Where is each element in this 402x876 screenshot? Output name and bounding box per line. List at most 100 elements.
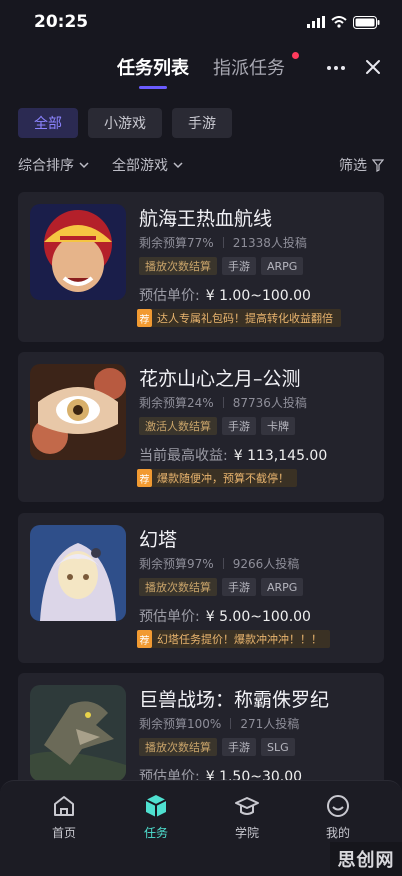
promo-banner: 荐 达人专属礼包码！提高转化收益翻倍 xyxy=(137,309,341,327)
more-button[interactable] xyxy=(324,56,348,80)
nav-home-label: 首页 xyxy=(51,826,76,840)
more-icon-dot xyxy=(334,66,338,70)
status-bar: 20:25 xyxy=(0,0,402,44)
budget-remaining: 剩余预算77% xyxy=(139,236,214,250)
price-value: ¥ 1.00~100.00 xyxy=(205,288,311,304)
genre-tag: 卡牌 xyxy=(261,417,295,435)
bottom-nav: 首页 任务 学院 我的 思创网 xyxy=(0,780,402,876)
task-card[interactable]: 航海王热血航线 剩余预算77% 21338人投稿 播放次数结算 手游 ARPG … xyxy=(18,192,384,342)
platform-tag: 手游 xyxy=(222,738,256,756)
genre-tag: ARPG xyxy=(261,257,304,275)
sort-dropdown[interactable]: 综合排序 xyxy=(18,155,90,175)
nav-profile-label: 我的 xyxy=(325,826,350,840)
chip-all[interactable]: 全部 xyxy=(18,108,78,138)
filter-row: 综合排序 全部游戏 筛选 xyxy=(18,152,384,178)
task-cube-icon xyxy=(145,795,167,817)
filter-button[interactable]: 筛选 xyxy=(339,155,384,175)
card-stats: 剩余预算77% 21338人投稿 xyxy=(139,234,307,251)
nav-home[interactable]: 首页 xyxy=(29,793,99,841)
price-label: 预估单价: xyxy=(139,288,200,304)
wifi-icon xyxy=(331,16,347,28)
chip-mobile-games[interactable]: 手游 xyxy=(172,108,232,138)
task-card[interactable]: 幻塔 剩余预算97% 9266人投稿 播放次数结算 手游 ARPG 预估单价: ¥… xyxy=(18,513,384,663)
card-tags: 激活人数结算 手游 卡牌 xyxy=(139,417,295,435)
divider xyxy=(222,397,224,408)
submission-count: 21338人投稿 xyxy=(232,236,307,250)
game-title: 花亦山心之月–公测 xyxy=(139,368,301,390)
tab-assigned-tasks[interactable]: 指派任务 xyxy=(201,52,299,80)
budget-remaining: 剩余预算100% xyxy=(139,717,222,731)
settlement-tag: 播放次数结算 xyxy=(139,257,217,275)
profile-smile-icon xyxy=(327,795,349,817)
submission-count: 87736人投稿 xyxy=(232,396,307,410)
price-row: 当前最高收益: ¥ 113,145.00 xyxy=(139,445,327,465)
game-cover-image xyxy=(30,525,126,621)
settlement-tag: 播放次数结算 xyxy=(139,738,217,756)
game-title: 巨兽战场：称霸侏罗纪 xyxy=(139,689,330,711)
recommend-badge: 荐 xyxy=(137,469,152,487)
divider xyxy=(222,237,224,248)
genre-tag: ARPG xyxy=(261,578,304,596)
budget-remaining: 剩余预算97% xyxy=(139,557,214,571)
funnel-icon xyxy=(372,158,384,172)
chip-mini-games[interactable]: 小游戏 xyxy=(88,108,162,138)
divider xyxy=(230,718,232,729)
genre-tag: SLG xyxy=(261,738,295,756)
sort-label: 综合排序 xyxy=(18,158,74,174)
game-title: 航海王热血航线 xyxy=(139,208,273,230)
platform-tag: 手游 xyxy=(222,417,256,435)
game-cover-image xyxy=(30,364,126,460)
platform-tag: 手游 xyxy=(222,257,256,275)
battery-icon xyxy=(353,15,380,29)
divider xyxy=(222,558,224,569)
nav-tasks-label: 任务 xyxy=(143,826,168,840)
promo-text: 爆款随便冲，预算不截停！ xyxy=(157,472,289,485)
game-title: 幻塔 xyxy=(139,529,178,551)
card-tags: 播放次数结算 手游 SLG xyxy=(139,738,295,756)
close-icon[interactable] xyxy=(360,54,386,80)
card-tags: 播放次数结算 手游 ARPG xyxy=(139,578,304,596)
price-label: 预估单价: xyxy=(139,609,200,625)
price-row: 预估单价: ¥ 1.00~100.00 xyxy=(139,285,311,305)
recommend-badge: 荐 xyxy=(137,630,152,648)
tab-underline xyxy=(139,86,167,89)
graduation-cap-icon xyxy=(235,797,259,815)
budget-remaining: 剩余预算24% xyxy=(139,396,214,410)
status-time: 20:25 xyxy=(34,12,89,32)
header-tabs: 任务列表 指派任务 xyxy=(0,44,402,90)
card-stats: 剩余预算97% 9266人投稿 xyxy=(139,555,299,572)
promo-text: 幻塔任务提价！爆款冲冲冲！！！ xyxy=(157,633,322,646)
tab-task-list-label: 任务列表 xyxy=(117,58,189,79)
more-icon xyxy=(327,66,331,70)
settlement-tag: 播放次数结算 xyxy=(139,578,217,596)
platform-tag: 手游 xyxy=(222,578,256,596)
signal-icon xyxy=(307,16,325,28)
game-dropdown[interactable]: 全部游戏 xyxy=(112,155,184,175)
settlement-tag: 激活人数结算 xyxy=(139,417,217,435)
task-card[interactable]: 花亦山心之月–公测 剩余预算24% 87736人投稿 激活人数结算 手游 卡牌 … xyxy=(18,352,384,502)
tab-assigned-tasks-label: 指派任务 xyxy=(213,58,285,79)
chevron-down-icon xyxy=(79,162,89,169)
recommend-badge: 荐 xyxy=(137,309,152,327)
nav-profile[interactable]: 我的 xyxy=(303,793,373,841)
card-tags: 播放次数结算 手游 ARPG xyxy=(139,257,304,275)
price-value: ¥ 113,145.00 xyxy=(233,448,328,464)
submission-count: 9266人投稿 xyxy=(232,557,300,571)
card-stats: 剩余预算24% 87736人投稿 xyxy=(139,394,307,411)
nav-academy[interactable]: 学院 xyxy=(212,793,282,841)
nav-academy-label: 学院 xyxy=(234,826,259,840)
notification-dot xyxy=(292,52,299,59)
promo-banner: 荐 爆款随便冲，预算不截停！ xyxy=(137,469,297,487)
price-row: 预估单价: ¥ 5.00~100.00 xyxy=(139,606,311,626)
price-value: ¥ 5.00~100.00 xyxy=(205,609,311,625)
promo-banner: 荐 幻塔任务提价！爆款冲冲冲！！！ xyxy=(137,630,330,648)
game-cover-image xyxy=(30,685,126,781)
tab-task-list[interactable]: 任务列表 xyxy=(105,54,201,89)
home-icon xyxy=(54,796,74,816)
price-label: 当前最高收益: xyxy=(139,448,228,464)
game-cover-image xyxy=(30,204,126,300)
game-label: 全部游戏 xyxy=(112,158,168,174)
nav-tasks[interactable]: 任务 xyxy=(121,793,191,841)
card-stats: 剩余预算100% 271人投稿 xyxy=(139,715,299,732)
promo-text: 达人专属礼包码！提高转化收益翻倍 xyxy=(157,312,333,325)
